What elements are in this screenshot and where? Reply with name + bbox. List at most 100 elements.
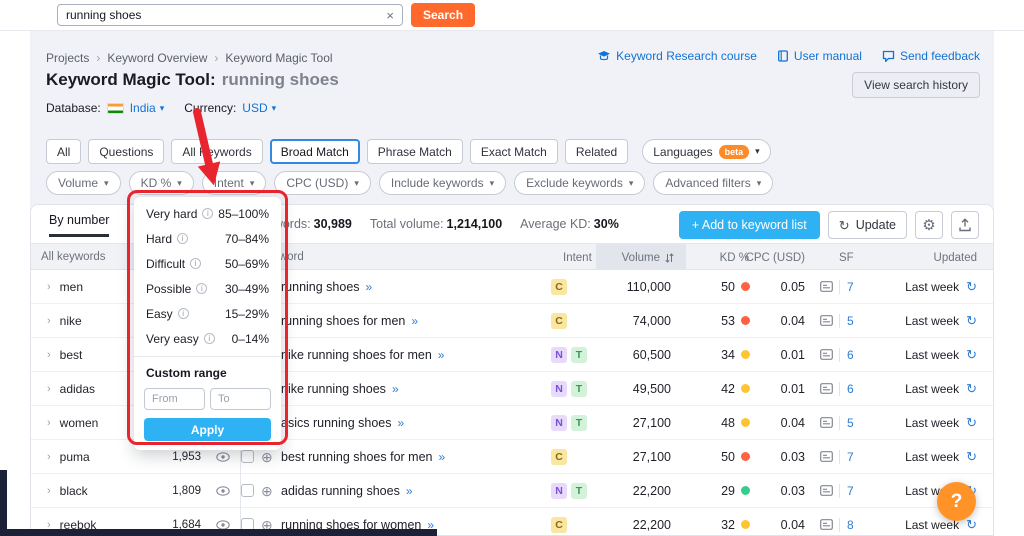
- keyword-link[interactable]: nike running shoes for men »: [281, 348, 551, 362]
- kd-option[interactable]: Hard i 70–84%: [134, 226, 281, 251]
- kd-option[interactable]: Very easy i 0–14%: [134, 326, 281, 351]
- open-keyword-arrows-icon: »: [411, 313, 418, 328]
- filter-volume[interactable]: Volume ▾: [46, 171, 121, 195]
- currency-label: Currency:: [184, 101, 237, 115]
- sf-count-link[interactable]: 7: [839, 483, 854, 498]
- cpc-value: 0.03: [780, 449, 805, 464]
- intent-badges: NT: [551, 482, 611, 499]
- match-tab-exact-match[interactable]: Exact Match: [469, 139, 558, 164]
- match-tab-all[interactable]: All: [46, 139, 82, 164]
- search-button[interactable]: Search: [411, 3, 476, 27]
- keyword-link[interactable]: running shoes »: [281, 280, 551, 294]
- match-tab-related[interactable]: Related: [564, 139, 629, 164]
- sf-count-link[interactable]: 6: [839, 347, 854, 362]
- sf-count-link[interactable]: 5: [839, 313, 854, 328]
- settings-button[interactable]: ⚙: [915, 211, 943, 239]
- keyword-link[interactable]: adidas running shoes »: [281, 484, 551, 498]
- kd-from-input[interactable]: [144, 388, 205, 410]
- breadcrumb-projects[interactable]: Projects: [46, 51, 89, 65]
- add-keyword-icon[interactable]: ⊕: [261, 450, 281, 464]
- refresh-icon[interactable]: ↻: [966, 382, 977, 395]
- eye-icon[interactable]: [216, 485, 230, 496]
- sf-count-link[interactable]: 7: [839, 449, 854, 464]
- filter-label: KD %: [140, 176, 172, 190]
- feedback-icon: [882, 50, 895, 62]
- intent-badge-N: N: [551, 414, 567, 431]
- view-search-history-button[interactable]: View search history: [852, 72, 980, 98]
- serp-snapshot-icon[interactable]: [813, 417, 839, 428]
- match-tab-all-keywords[interactable]: All Keywords: [171, 139, 263, 164]
- volume-value: 22,200: [632, 483, 671, 498]
- volume-header-label: Volume: [621, 251, 660, 264]
- export-button[interactable]: [951, 211, 979, 239]
- kd-option[interactable]: Difficult i 50–69%: [134, 251, 281, 276]
- add-to-keyword-list-button[interactable]: + Add to keyword list: [678, 211, 820, 239]
- refresh-icon[interactable]: ↻: [966, 518, 977, 531]
- cpc-value: 0.04: [780, 517, 805, 532]
- refresh-icon[interactable]: ↻: [966, 314, 977, 327]
- updated-text: Last week: [905, 381, 960, 396]
- kd-option[interactable]: Easy i 15–29%: [134, 301, 281, 326]
- serp-snapshot-icon[interactable]: [813, 349, 839, 360]
- match-tab-broad-match[interactable]: Broad Match: [269, 139, 360, 164]
- intent-badges: C: [551, 516, 611, 533]
- keyword-link[interactable]: best running shoes for men »: [281, 450, 551, 464]
- sidebar-group-row[interactable]: › black 1,809: [31, 474, 240, 508]
- match-tab-questions[interactable]: Questions: [88, 139, 165, 164]
- serp-snapshot-icon[interactable]: [813, 315, 839, 326]
- kd-option[interactable]: Possible i 30–49%: [134, 276, 281, 301]
- refresh-icon[interactable]: ↻: [966, 280, 977, 293]
- currency-selector[interactable]: USD ▾: [242, 101, 276, 115]
- filter-cpc-usd[interactable]: CPC (USD) ▾: [274, 171, 371, 195]
- row-checkbox[interactable]: [241, 484, 254, 497]
- row-checkbox[interactable]: [241, 450, 254, 463]
- breadcrumb-keyword-overview[interactable]: Keyword Overview: [107, 51, 207, 65]
- kd-value: 34: [721, 347, 735, 362]
- add-keyword-icon[interactable]: ⊕: [261, 484, 281, 498]
- kd-apply-button[interactable]: Apply: [144, 418, 271, 441]
- intent-badge-T: T: [571, 414, 587, 431]
- user-manual-link[interactable]: User manual: [777, 49, 862, 63]
- languages-dropdown[interactable]: Languages beta ▾: [642, 139, 771, 164]
- updated-text: Last week: [905, 347, 960, 362]
- serp-snapshot-icon[interactable]: [813, 451, 839, 462]
- help-button[interactable]: ?: [937, 482, 976, 521]
- refresh-icon[interactable]: ↻: [966, 348, 977, 361]
- match-tab-phrase-match[interactable]: Phrase Match: [366, 139, 463, 164]
- table-actions: + Add to keyword list ↻ Update ⚙: [678, 211, 979, 239]
- filter-kd[interactable]: KD % ▾: [128, 171, 194, 195]
- sf-count-link[interactable]: 8: [839, 517, 854, 532]
- serp-snapshot-icon[interactable]: [813, 281, 839, 292]
- serp-snapshot-icon[interactable]: [813, 485, 839, 496]
- book-icon: [777, 50, 788, 62]
- keyword-link[interactable]: running shoes for men »: [281, 314, 551, 328]
- clear-search-icon[interactable]: ×: [386, 8, 394, 23]
- database-selector[interactable]: India ▾: [130, 101, 165, 115]
- filter-advanced-filters[interactable]: Advanced filters ▾: [653, 171, 774, 195]
- refresh-icon[interactable]: ↻: [966, 450, 977, 463]
- filter-exclude-keywords[interactable]: Exclude keywords ▾: [514, 171, 646, 195]
- eye-icon[interactable]: [216, 451, 230, 462]
- sf-count-link[interactable]: 7: [839, 279, 854, 294]
- cpc-column-header: CPC (USD): [745, 251, 805, 264]
- breadcrumb-keyword-magic-tool[interactable]: Keyword Magic Tool: [225, 51, 332, 65]
- filter-include-keywords[interactable]: Include keywords ▾: [378, 171, 507, 195]
- kd-option[interactable]: Very hard i 85–100%: [134, 201, 281, 226]
- tab-by-number[interactable]: By number: [49, 213, 110, 237]
- keyword-link[interactable]: asics running shoes »: [281, 416, 551, 430]
- eye-icon[interactable]: [216, 519, 230, 530]
- send-feedback-link[interactable]: Send feedback: [882, 49, 980, 63]
- sf-count-link[interactable]: 5: [839, 415, 854, 430]
- link-label: Send feedback: [899, 49, 980, 63]
- filter-label: CPC (USD): [286, 176, 349, 190]
- serp-snapshot-icon[interactable]: [813, 383, 839, 394]
- serp-snapshot-icon[interactable]: [813, 519, 839, 530]
- filter-intent[interactable]: Intent ▾: [201, 171, 267, 195]
- keyword-research-course-link[interactable]: Keyword Research course: [597, 49, 757, 63]
- search-input[interactable]: [66, 8, 387, 22]
- kd-to-input[interactable]: [210, 388, 271, 410]
- refresh-icon[interactable]: ↻: [966, 416, 977, 429]
- sf-count-link[interactable]: 6: [839, 381, 854, 396]
- update-button[interactable]: ↻ Update: [827, 211, 907, 239]
- keyword-link[interactable]: nike running shoes »: [281, 382, 551, 396]
